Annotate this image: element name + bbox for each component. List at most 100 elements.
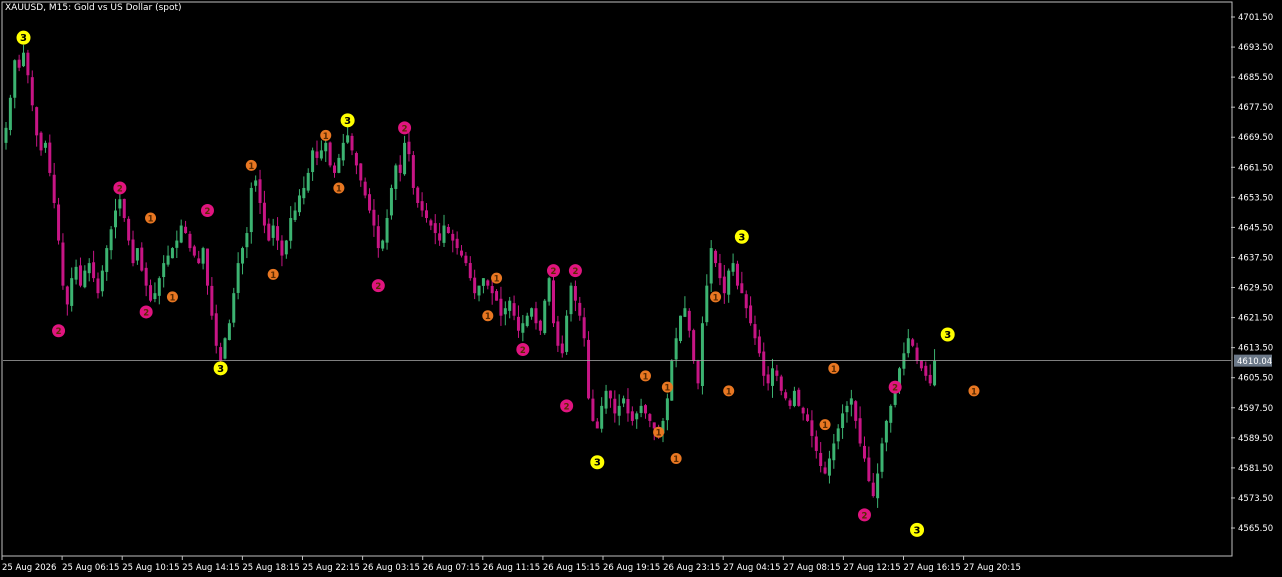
candle-body bbox=[446, 226, 450, 234]
candle-body bbox=[630, 411, 634, 421]
candle bbox=[333, 162, 336, 178]
candle-body bbox=[100, 270, 104, 292]
candle bbox=[92, 250, 96, 283]
time-axis[interactable]: 25 Aug 2026 25 Aug 06:15 25 Aug 10:15 25 Au… bbox=[1, 556, 1021, 573]
candle-body bbox=[876, 473, 880, 499]
candle bbox=[692, 328, 696, 364]
candle bbox=[350, 133, 354, 156]
candle-body bbox=[389, 187, 393, 216]
x-tick-label: 25 Aug 2026 bbox=[2, 563, 56, 573]
x-tick-label: 26 Aug 03:15 bbox=[363, 563, 420, 573]
candle bbox=[573, 280, 577, 312]
candle bbox=[429, 218, 433, 231]
candle bbox=[801, 406, 805, 421]
candle-body bbox=[591, 398, 595, 421]
candle bbox=[170, 247, 174, 259]
candle bbox=[556, 315, 560, 352]
candle bbox=[525, 312, 529, 328]
chart-window[interactable]: 3 2 2 2 1 1 2 3 1 1 1 1 3 2 2 1 1 2 2 2 2 3 1 1 1 1 1 1 3 1 1 2 2 3 3 1 470… bbox=[0, 0, 1282, 577]
extremum-marker: 2 bbox=[560, 399, 574, 413]
candle-body bbox=[297, 195, 301, 213]
candle-body bbox=[709, 248, 713, 284]
candle-body bbox=[192, 246, 196, 256]
candle-body bbox=[753, 324, 757, 339]
candle bbox=[446, 224, 450, 234]
candle-body bbox=[836, 428, 840, 442]
candle-body bbox=[127, 218, 131, 241]
extremum-marker: 3 bbox=[910, 522, 925, 537]
candle-body bbox=[39, 132, 43, 151]
candle bbox=[766, 366, 770, 391]
candle-body bbox=[363, 181, 367, 196]
candle-body bbox=[460, 250, 464, 256]
candle-body bbox=[849, 398, 853, 405]
candle-body bbox=[359, 163, 363, 181]
candle-body bbox=[516, 316, 520, 331]
extremum-marker: 3 bbox=[940, 327, 955, 342]
candle bbox=[135, 247, 139, 265]
candle-body bbox=[762, 351, 766, 376]
candle bbox=[372, 199, 376, 237]
y-tick-label: 4621.50 bbox=[1238, 314, 1273, 324]
extremum-marker: 2 bbox=[139, 305, 153, 319]
extremum-marker: 1 bbox=[819, 419, 831, 431]
extremum-marker: 1 bbox=[320, 129, 332, 142]
candle bbox=[928, 364, 932, 386]
candle bbox=[797, 387, 801, 407]
extremum-marker: 2 bbox=[547, 264, 560, 278]
marker-label: 2 bbox=[564, 402, 570, 412]
candle-body bbox=[911, 339, 915, 346]
candle bbox=[477, 285, 481, 302]
candle bbox=[232, 287, 236, 328]
candle-body bbox=[924, 365, 928, 376]
candle bbox=[337, 153, 341, 174]
candle-body bbox=[4, 127, 8, 143]
candle bbox=[495, 289, 499, 301]
candle-body bbox=[276, 226, 280, 241]
candle-body bbox=[538, 320, 542, 331]
candle-body bbox=[30, 77, 34, 106]
candle-body bbox=[779, 376, 783, 391]
current-price-line: 4610.04 bbox=[3, 354, 1272, 367]
candle bbox=[849, 389, 853, 417]
candle-body bbox=[775, 370, 779, 376]
candle bbox=[271, 218, 275, 246]
candle-body bbox=[473, 277, 477, 294]
y-tick-label: 4661.50 bbox=[1238, 163, 1273, 173]
candle-body bbox=[714, 250, 718, 264]
candle bbox=[376, 214, 380, 258]
candle-body bbox=[302, 187, 306, 199]
candle bbox=[727, 268, 731, 303]
candle bbox=[468, 256, 472, 281]
candle-body bbox=[823, 467, 827, 474]
candle-body bbox=[862, 445, 866, 459]
extremum-marker: 3 bbox=[16, 30, 31, 45]
candle-body bbox=[696, 360, 700, 384]
extremum-marker: 1 bbox=[723, 385, 735, 397]
marker-label: 1 bbox=[148, 215, 154, 225]
marker-label: 1 bbox=[822, 421, 828, 431]
marker-label: 3 bbox=[217, 364, 224, 375]
chart-canvas[interactable]: 3 2 2 2 1 1 2 3 1 1 1 1 3 2 2 1 1 2 2 2 2 3 1 1 1 1 1 1 3 1 1 2 2 3 3 1 470… bbox=[0, 0, 1282, 577]
candle-body bbox=[652, 422, 656, 429]
candle-body bbox=[889, 405, 893, 423]
price-axis[interactable]: 4701.50 4693.50 4685.50 4677.50 4669.50 4661.… bbox=[1231, 13, 1273, 534]
extremum-marker: 2 bbox=[516, 343, 530, 357]
candle-body bbox=[241, 248, 245, 264]
candle-body bbox=[157, 278, 161, 296]
marker-label: 2 bbox=[205, 207, 211, 217]
candle-body bbox=[880, 443, 884, 472]
candle bbox=[385, 209, 389, 250]
candle-body bbox=[626, 399, 630, 414]
extremum-marker: 2 bbox=[568, 264, 582, 278]
candle-body bbox=[96, 278, 100, 294]
candle-body bbox=[442, 225, 446, 243]
candle-body bbox=[731, 263, 735, 272]
candle-body bbox=[670, 360, 674, 401]
candle bbox=[788, 398, 792, 410]
candle bbox=[289, 206, 293, 249]
candle-body bbox=[771, 368, 774, 386]
candle-body bbox=[438, 233, 442, 241]
extremum-marker: 1 bbox=[145, 212, 157, 225]
candle-body bbox=[271, 225, 275, 238]
